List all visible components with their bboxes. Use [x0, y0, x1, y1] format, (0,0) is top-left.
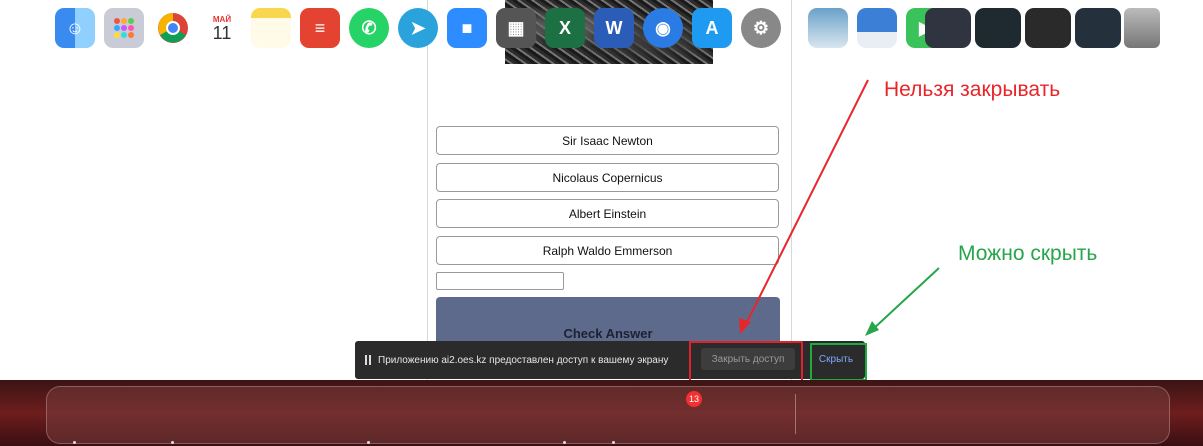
word-icon[interactable]: W — [594, 8, 634, 48]
appstore-badge: 13 — [686, 391, 702, 407]
running-indicator — [367, 441, 370, 444]
annotation-cannot-close: Нельзя закрывать — [884, 78, 1061, 101]
whatsapp-icon[interactable]: ✆ — [349, 8, 389, 48]
launchpad-icon[interactable] — [104, 8, 144, 48]
green-arrow — [871, 267, 940, 331]
window-thumb-4-icon[interactable] — [1075, 8, 1121, 48]
running-indicator — [171, 441, 174, 444]
red-arrowhead — [739, 318, 751, 334]
trash-icon[interactable] — [1124, 8, 1160, 48]
green-arrowhead — [865, 321, 879, 336]
running-indicator — [612, 441, 615, 444]
finder-icon[interactable]: ☺ — [55, 8, 95, 48]
calculator-icon[interactable]: ▦ — [496, 8, 536, 48]
dock — [46, 386, 1170, 444]
appstore-icon[interactable]: A — [692, 8, 732, 48]
settings-icon[interactable]: ⚙ — [741, 8, 781, 48]
chrome-icon[interactable] — [153, 8, 193, 48]
pause-icon[interactable] — [365, 355, 372, 365]
window-thumb-2-icon[interactable] — [975, 8, 1021, 48]
green-highlight-box — [810, 343, 867, 381]
podcasts-icon[interactable]: ◉ — [643, 8, 683, 48]
finder2-icon[interactable] — [857, 8, 897, 48]
running-indicator — [563, 441, 566, 444]
dock-divider — [795, 394, 796, 434]
calendar-icon[interactable]: МАЙ 11 — [202, 8, 242, 48]
window-thumb-1-icon[interactable] — [925, 8, 971, 48]
telegram-icon[interactable]: ➤ — [398, 8, 438, 48]
window-thumb-3-icon[interactable] — [1025, 8, 1071, 48]
notes-icon[interactable] — [251, 8, 291, 48]
red-arrow — [744, 79, 869, 327]
share-message: Приложению ai2.oes.kz предоставлен досту… — [378, 354, 669, 366]
red-highlight-box — [689, 341, 803, 382]
preview-icon[interactable] — [808, 8, 848, 48]
zoom-icon[interactable]: ■ — [447, 8, 487, 48]
todoist-icon[interactable]: ≡ — [300, 8, 340, 48]
annotation-can-hide: Можно скрыть — [958, 242, 1098, 265]
running-indicator — [73, 441, 76, 444]
calendar-day: 11 — [212, 22, 232, 43]
excel-icon[interactable]: X — [545, 8, 585, 48]
